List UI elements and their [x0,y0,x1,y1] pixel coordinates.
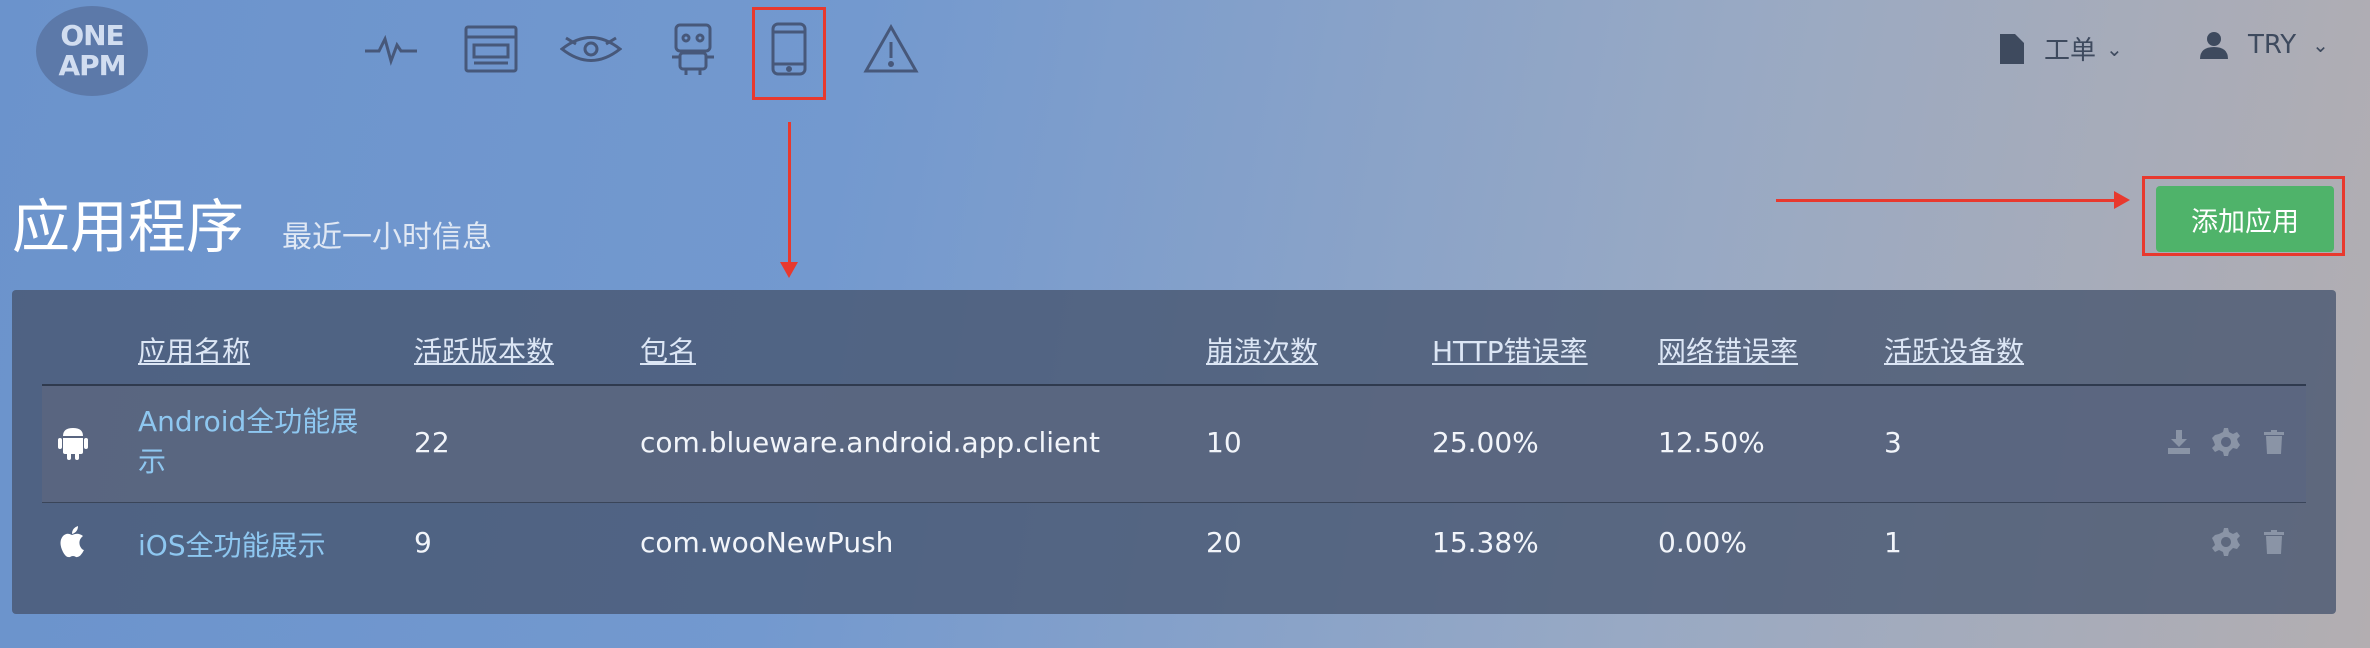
header-network-error[interactable]: 网络错误率 [1658,330,1798,370]
active-versions-value: 22 [414,426,450,459]
gear-icon[interactable] [2212,428,2240,460]
crashes-value: 10 [1206,426,1242,459]
header-http-error[interactable]: HTTP错误率 [1432,330,1588,370]
app-name-link[interactable]: iOS全功能展示 [138,526,326,566]
package-value: com.blueware.android.app.client [640,426,1100,459]
page-subtitle: 最近一小时信息 [282,220,492,255]
http-error-value: 25.00% [1432,426,1539,459]
warning-icon[interactable] [860,18,922,80]
browser-icon[interactable] [460,18,522,80]
pulse-icon[interactable] [360,18,422,80]
robot-icon[interactable] [662,18,724,80]
download-icon[interactable] [2168,430,2190,458]
active-devices-value: 1 [1884,526,1902,559]
document-icon [2000,33,2024,64]
eye-icon[interactable] [560,18,622,80]
user-label: TRY [2248,30,2297,60]
oneapm-logo[interactable]: ONE APM [36,6,148,96]
header-app-name[interactable]: 应用名称 [138,330,250,370]
ticket-menu[interactable]: 工单 ⌄ [2000,30,2123,67]
ticket-label: 工单 [2044,36,2097,66]
crashes-value: 20 [1206,526,1242,559]
table-row [42,386,2306,503]
gear-icon[interactable] [2212,528,2240,560]
header-active-versions[interactable]: 活跃版本数 [414,330,554,370]
mobile-highlight-box [752,7,826,100]
apple-icon [58,526,86,562]
chevron-down-icon: ⌄ [2312,33,2329,57]
trash-icon[interactable] [2264,430,2284,458]
app-name-link[interactable]: Android全功能展示 [138,402,378,482]
add-app-button[interactable]: 添加应用 [2156,186,2334,252]
network-error-value: 0.00% [1658,526,1747,559]
logo-text-line1: ONE [60,19,124,52]
network-error-value: 12.50% [1658,426,1765,459]
header-crashes[interactable]: 崩溃次数 [1206,330,1318,370]
header-package[interactable]: 包名 [640,330,696,370]
package-value: com.wooNewPush [640,526,894,559]
chevron-down-icon: ⌄ [2106,36,2123,61]
user-menu[interactable]: TRY ⌄ [2200,30,2329,60]
active-devices-value: 3 [1884,426,1902,459]
android-icon [58,426,88,464]
active-versions-value: 9 [414,526,432,559]
page-title: 应用程序 [12,193,245,261]
annotation-arrow-down [780,122,798,278]
logo-text-line2: APM [58,49,126,82]
header-active-devices[interactable]: 活跃设备数 [1884,330,2024,370]
user-icon [2200,32,2228,59]
trash-icon[interactable] [2264,530,2284,558]
http-error-value: 15.38% [1432,526,1539,559]
annotation-arrow-right [1776,191,2130,209]
